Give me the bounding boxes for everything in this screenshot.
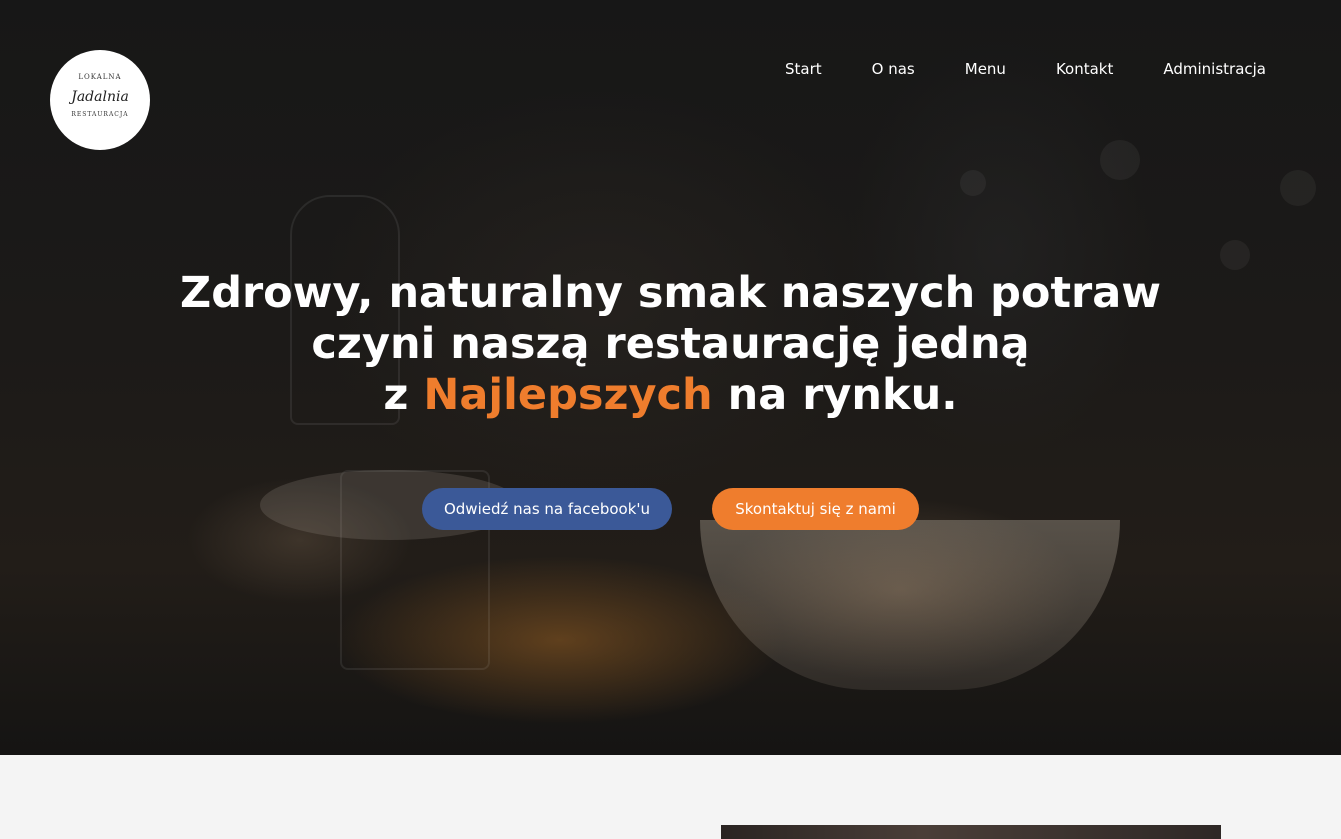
bowl-shape — [700, 520, 1120, 690]
headline-line-1: Zdrowy, naturalny smak naszych potraw — [180, 268, 1161, 318]
headline-line-3-prefix: z — [383, 370, 409, 420]
section-image — [721, 825, 1221, 839]
bokeh-light — [960, 170, 986, 196]
hero-section: LOKALNA Jadalnia RESTAURACJA Start O nas… — [0, 0, 1341, 755]
logo-script-text: Jadalnia — [71, 88, 129, 105]
bokeh-light — [1220, 240, 1250, 270]
headline-accent-word: Najlepszych — [423, 370, 713, 420]
main-nav: Start O nas Menu Kontakt Administracja — [785, 58, 1266, 80]
bokeh-light — [1280, 170, 1316, 206]
headline-line-3-suffix: na rynku. — [727, 370, 958, 420]
nav-item-start[interactable]: Start — [785, 58, 822, 80]
facebook-button[interactable]: Odwiedź nas na facebook'u — [422, 488, 672, 530]
nav-item-administracja[interactable]: Administracja — [1163, 58, 1266, 80]
hero-headline: Zdrowy, naturalny smak naszych potraw cz… — [0, 268, 1341, 421]
next-section — [0, 755, 1341, 839]
nav-item-kontakt[interactable]: Kontakt — [1056, 58, 1113, 80]
bokeh-light — [1100, 140, 1140, 180]
restaurant-logo[interactable]: LOKALNA Jadalnia RESTAURACJA — [50, 50, 150, 150]
contact-button[interactable]: Skontaktuj się z nami — [712, 488, 919, 530]
nav-item-o-nas[interactable]: O nas — [872, 58, 915, 80]
logo-top-text: LOKALNA — [78, 72, 122, 81]
nav-item-menu[interactable]: Menu — [965, 58, 1006, 80]
logo-bottom-text: RESTAURACJA — [71, 110, 129, 118]
headline-line-2: czyni naszą restaurację jedną — [311, 319, 1030, 369]
